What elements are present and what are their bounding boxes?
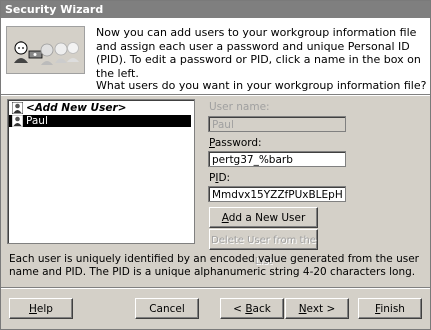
help-button[interactable]: Help (9, 298, 73, 319)
password-field[interactable]: pertg37_%barb (208, 151, 346, 167)
username-label: User name: (209, 101, 270, 113)
list-item-paul[interactable]: Paul (9, 114, 191, 128)
intro-text: Now you can add users to your workgroup … (96, 26, 421, 80)
password-label: Password: (209, 137, 262, 149)
title-bar: Security Wizard (1, 1, 430, 18)
next-button[interactable]: Next > (285, 298, 349, 319)
delete-user-button[interactable]: Delete User from the List (209, 229, 318, 267)
pid-label: PID: (209, 172, 231, 184)
list-item-label: Paul (26, 115, 48, 127)
window-title: Security Wizard (5, 3, 104, 16)
wizard-header: Now you can add users to your workgroup … (1, 18, 430, 94)
security-wizard-window: Security Wizard Now you can add users to… (0, 0, 431, 330)
finish-button[interactable]: Finish (358, 298, 422, 319)
user-icon (11, 114, 24, 128)
footer-divider-highlight (1, 288, 430, 289)
cancel-button[interactable]: Cancel (135, 298, 199, 319)
info-text: Each user is uniquely identified by an e… (9, 253, 419, 278)
list-item-label: <Add New User> (26, 102, 127, 114)
question-text: What users do you want in your workgroup… (96, 79, 427, 92)
add-new-user-button[interactable]: Add a New User (209, 207, 318, 228)
users-illustration-icon (6, 26, 85, 74)
header-divider-highlight (1, 95, 430, 96)
user-icon (11, 101, 24, 115)
list-item-add-new-user[interactable]: <Add New User> (9, 101, 191, 115)
username-field: Paul (208, 116, 346, 132)
back-button[interactable]: < Back (220, 298, 284, 319)
user-list[interactable]: <Add New User> Paul (7, 99, 195, 244)
pid-field[interactable]: Mmdvx15YZZfPUxBLEpH (208, 186, 346, 202)
